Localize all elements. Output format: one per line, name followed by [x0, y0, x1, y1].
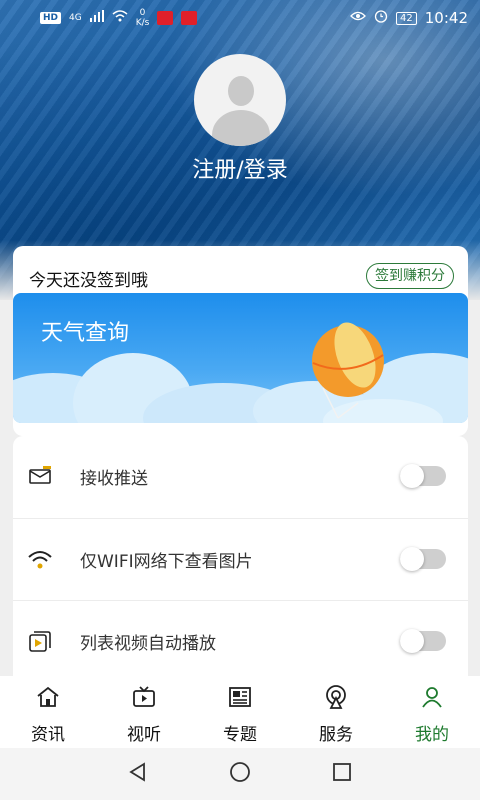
tab-topics[interactable]: 专题	[192, 676, 288, 748]
user-icon	[419, 684, 445, 714]
signin-status-text: 今天还没签到哦	[29, 271, 148, 291]
avatar-body-shape	[212, 110, 270, 146]
tab-label-audio-video: 视听	[127, 725, 161, 745]
setting-label-autoplay: 列表视频自动播放	[80, 634, 216, 654]
wifi-icon	[27, 547, 53, 571]
wifi-images-toggle[interactable]	[400, 547, 446, 571]
eye-icon	[350, 10, 366, 26]
tab-services[interactable]: 服务	[288, 676, 384, 748]
system-navigation-bar	[0, 748, 480, 800]
signal-icon	[89, 10, 104, 26]
status-bar-right: 42 10:42	[350, 9, 468, 27]
tab-label-services: 服务	[319, 725, 353, 745]
weather-illustration	[13, 322, 468, 423]
wifi-status-icon	[112, 10, 128, 26]
app-notification-icon	[157, 11, 174, 25]
home-icon	[35, 684, 61, 714]
hd-badge: HD	[40, 12, 62, 24]
envelope-icon	[27, 464, 53, 488]
home-nav-icon[interactable]	[228, 760, 252, 788]
network-type: 4G	[69, 13, 82, 23]
speed-value: 0	[139, 8, 146, 18]
status-time: 10:42	[424, 9, 468, 27]
tv-icon	[131, 684, 157, 714]
bottom-tab-bar: 资讯 视听 专题 服务 我的	[0, 676, 480, 748]
speed-unit: K/s	[135, 18, 150, 28]
login-register-link[interactable]: 注册/登录	[0, 152, 480, 184]
tab-label-topics: 专题	[223, 725, 257, 745]
tab-news[interactable]: 资讯	[0, 676, 96, 748]
app-notification-icon-2	[181, 11, 198, 25]
newspaper-icon	[227, 684, 253, 714]
recents-icon[interactable]	[330, 760, 354, 788]
battery-icon: 42	[396, 11, 417, 25]
avatar[interactable]	[194, 54, 286, 146]
tab-label-mine: 我的	[415, 725, 449, 745]
status-bar: HD 4G 0 K/s 42 10:42	[0, 0, 480, 36]
setting-label-push: 接收推送	[80, 469, 148, 489]
push-toggle[interactable]	[400, 464, 446, 488]
avatar-head-shape	[228, 76, 254, 106]
setting-row-wifi-images: 仅WIFI网络下查看图片	[13, 518, 468, 600]
setting-row-push: 接收推送	[13, 436, 468, 518]
video-play-icon	[27, 629, 53, 653]
status-bar-left: HD 4G 0 K/s	[40, 8, 198, 28]
signin-button[interactable]: 签到赚积分	[366, 263, 454, 289]
setting-row-autoplay: 列表视频自动播放	[13, 600, 468, 682]
signin-card: 今天还没签到哦 签到赚积分 天气查询	[13, 246, 468, 436]
tab-label-news: 资讯	[31, 725, 65, 745]
back-icon[interactable]	[126, 760, 150, 788]
setting-label-wifi-images: 仅WIFI网络下查看图片	[80, 552, 253, 572]
network-speed: 0 K/s	[136, 8, 150, 28]
tab-audio-video[interactable]: 视听	[96, 676, 192, 748]
tab-mine[interactable]: 我的	[384, 676, 480, 748]
weather-banner[interactable]: 天气查询	[13, 293, 468, 423]
autoplay-toggle[interactable]	[400, 629, 446, 653]
settings-card: 接收推送 仅WIFI网络下查看图片 列表视频自动播放	[13, 436, 468, 696]
alarm-icon	[374, 9, 388, 27]
broadcast-icon	[323, 684, 349, 714]
